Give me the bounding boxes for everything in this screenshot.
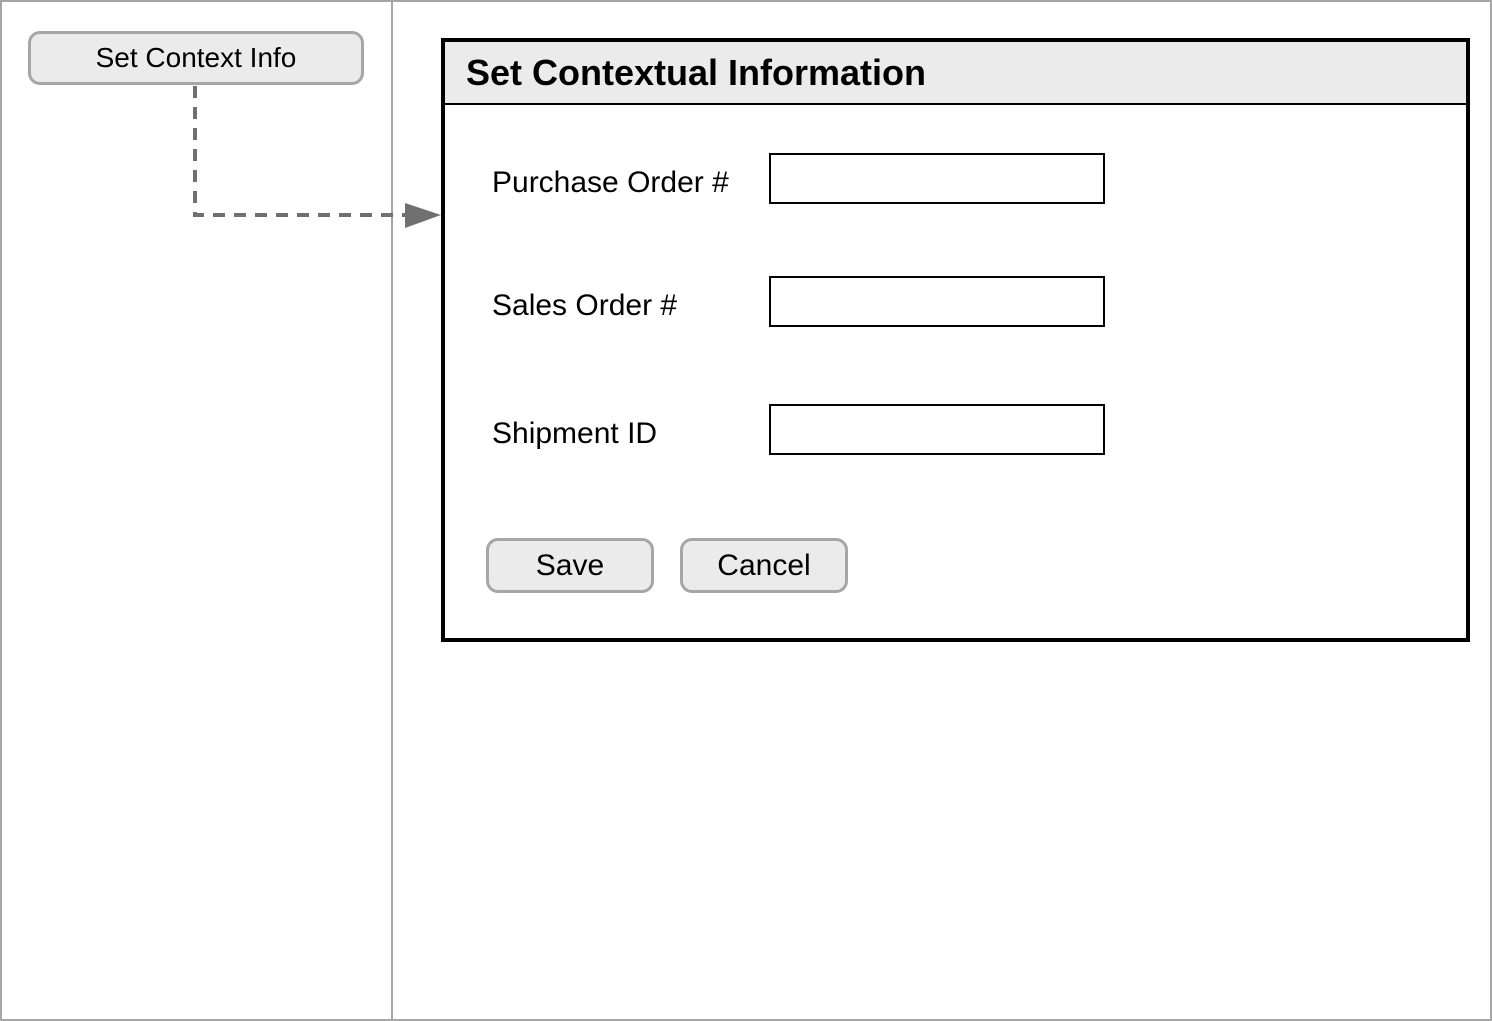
dialog-header: Set Contextual Information (445, 42, 1466, 105)
save-button[interactable]: Save (486, 538, 654, 593)
sidebar-divider (391, 0, 393, 1021)
dialog-title: Set Contextual Information (466, 51, 927, 93)
shipment-id-label: Shipment ID (492, 417, 658, 450)
purchase-order-label: Purchase Order # (492, 166, 729, 199)
sales-order-input[interactable] (769, 276, 1105, 327)
purchase-order-input[interactable] (769, 153, 1105, 204)
context-dialog: Set Contextual Information Purchase Orde… (441, 38, 1470, 642)
cancel-button[interactable]: Cancel (680, 538, 848, 593)
shipment-id-input[interactable] (769, 404, 1105, 455)
set-context-info-button[interactable]: Set Context Info (28, 31, 364, 85)
sales-order-label: Sales Order # (492, 289, 678, 322)
